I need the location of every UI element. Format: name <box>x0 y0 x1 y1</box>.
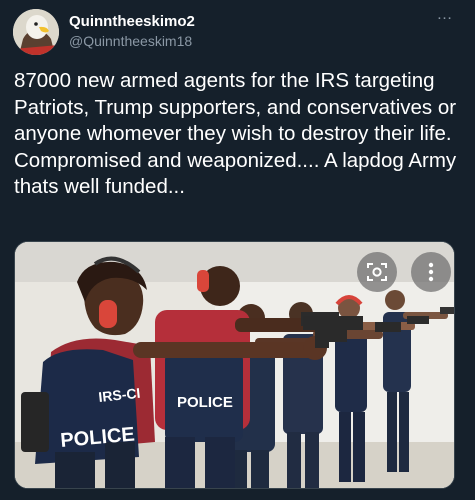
avatar[interactable] <box>13 9 59 55</box>
more-options-icon[interactable]: … <box>433 7 457 28</box>
user-handle[interactable]: @Quinntheeskim18 <box>69 33 192 49</box>
eagle-avatar-image <box>13 9 59 55</box>
more-vertical-icon[interactable] <box>411 252 451 292</box>
tweet-photo[interactable]: IRS-CI POLICE POLICE <box>14 241 455 489</box>
tweet: Quinntheeskimo2 @Quinntheeskim18 … 87000… <box>0 0 475 500</box>
tweet-text: 87000 new armed agents for the IRS targe… <box>14 69 457 198</box>
vest-label-police-middle: POLICE <box>177 394 233 411</box>
lens-search-icon[interactable] <box>357 252 397 292</box>
display-name[interactable]: Quinntheeskimo2 <box>69 13 195 30</box>
